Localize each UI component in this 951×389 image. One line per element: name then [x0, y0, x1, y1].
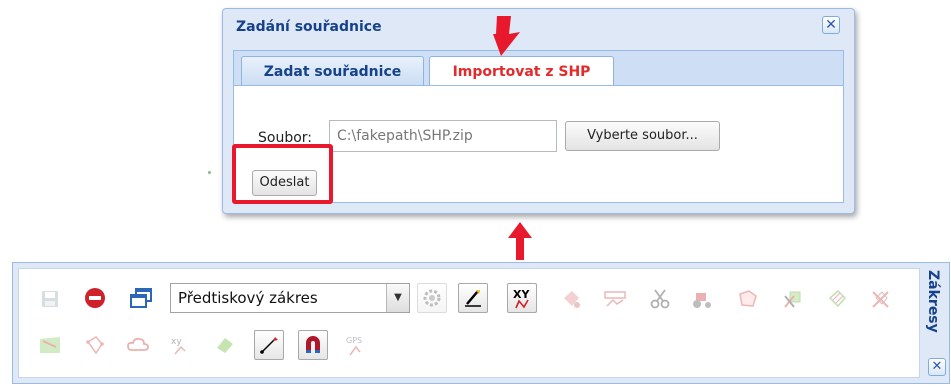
pencil-icon[interactable]: [458, 283, 488, 313]
eraser-icon[interactable]: [210, 330, 240, 360]
submit-button[interactable]: Odeslat: [252, 170, 317, 196]
hatch-icon[interactable]: [822, 284, 852, 314]
gps-icon[interactable]: GPS: [341, 330, 371, 360]
decorative-dot: [208, 171, 211, 174]
chevron-down-icon[interactable]: ▼: [386, 284, 409, 312]
stop-icon[interactable]: [80, 283, 110, 313]
gear-icon[interactable]: [417, 283, 447, 313]
drawings-panel: [12, 262, 950, 384]
cross-hatch-icon[interactable]: [866, 284, 896, 314]
xy-text: XY: [513, 288, 530, 301]
xy-small-text: xy: [171, 337, 182, 347]
draw-line-icon[interactable]: [254, 330, 284, 360]
panel-close-button[interactable]: ✕: [928, 358, 946, 376]
save-icon[interactable]: [35, 284, 65, 314]
panel-title: Zákresy: [925, 270, 941, 333]
annotation-arrow-up: [508, 222, 532, 260]
map-area-icon[interactable]: [35, 330, 65, 360]
file-label: Soubor:: [258, 130, 313, 146]
area-icon[interactable]: [733, 284, 763, 314]
measure-icon[interactable]: [600, 284, 630, 314]
cut-polygon-icon[interactable]: [778, 284, 808, 314]
dialog-close-button[interactable]: ✕: [822, 16, 840, 34]
file-path-input[interactable]: [329, 120, 557, 152]
annotation-arrow-down: [493, 16, 520, 56]
tab-strip: Zadat souřadnice Importovat z SHP: [233, 50, 844, 88]
scissors-icon[interactable]: [645, 284, 675, 314]
select-value: Předtiskový zákres: [178, 289, 318, 307]
coordinate-dialog: Zadání souřadnice ✕ Zadat souřadnice Imp…: [222, 8, 855, 214]
tab-enter-coordinates[interactable]: Zadat souřadnice: [241, 56, 424, 87]
xy-point-icon[interactable]: xy: [165, 330, 195, 360]
xy-coordinates-icon[interactable]: XY: [507, 283, 537, 313]
tab-import-shp[interactable]: Importovat z SHP: [429, 56, 614, 88]
browse-file-button[interactable]: Vyberte soubor...: [565, 121, 720, 151]
drawing-type-select[interactable]: Předtiskový zákres ▼: [170, 283, 410, 313]
dialog-title: Zadání souřadnice: [236, 19, 382, 35]
fill-icon[interactable]: [556, 284, 586, 314]
gps-text: GPS: [346, 336, 362, 345]
cloud-icon[interactable]: [123, 330, 153, 360]
magnet-icon[interactable]: [298, 330, 328, 360]
windows-icon[interactable]: [126, 283, 156, 313]
polygon-icon[interactable]: [80, 330, 110, 360]
tractor-icon[interactable]: [687, 284, 717, 314]
dialog-body: Soubor: Vyberte soubor... Odeslat: [233, 85, 844, 203]
